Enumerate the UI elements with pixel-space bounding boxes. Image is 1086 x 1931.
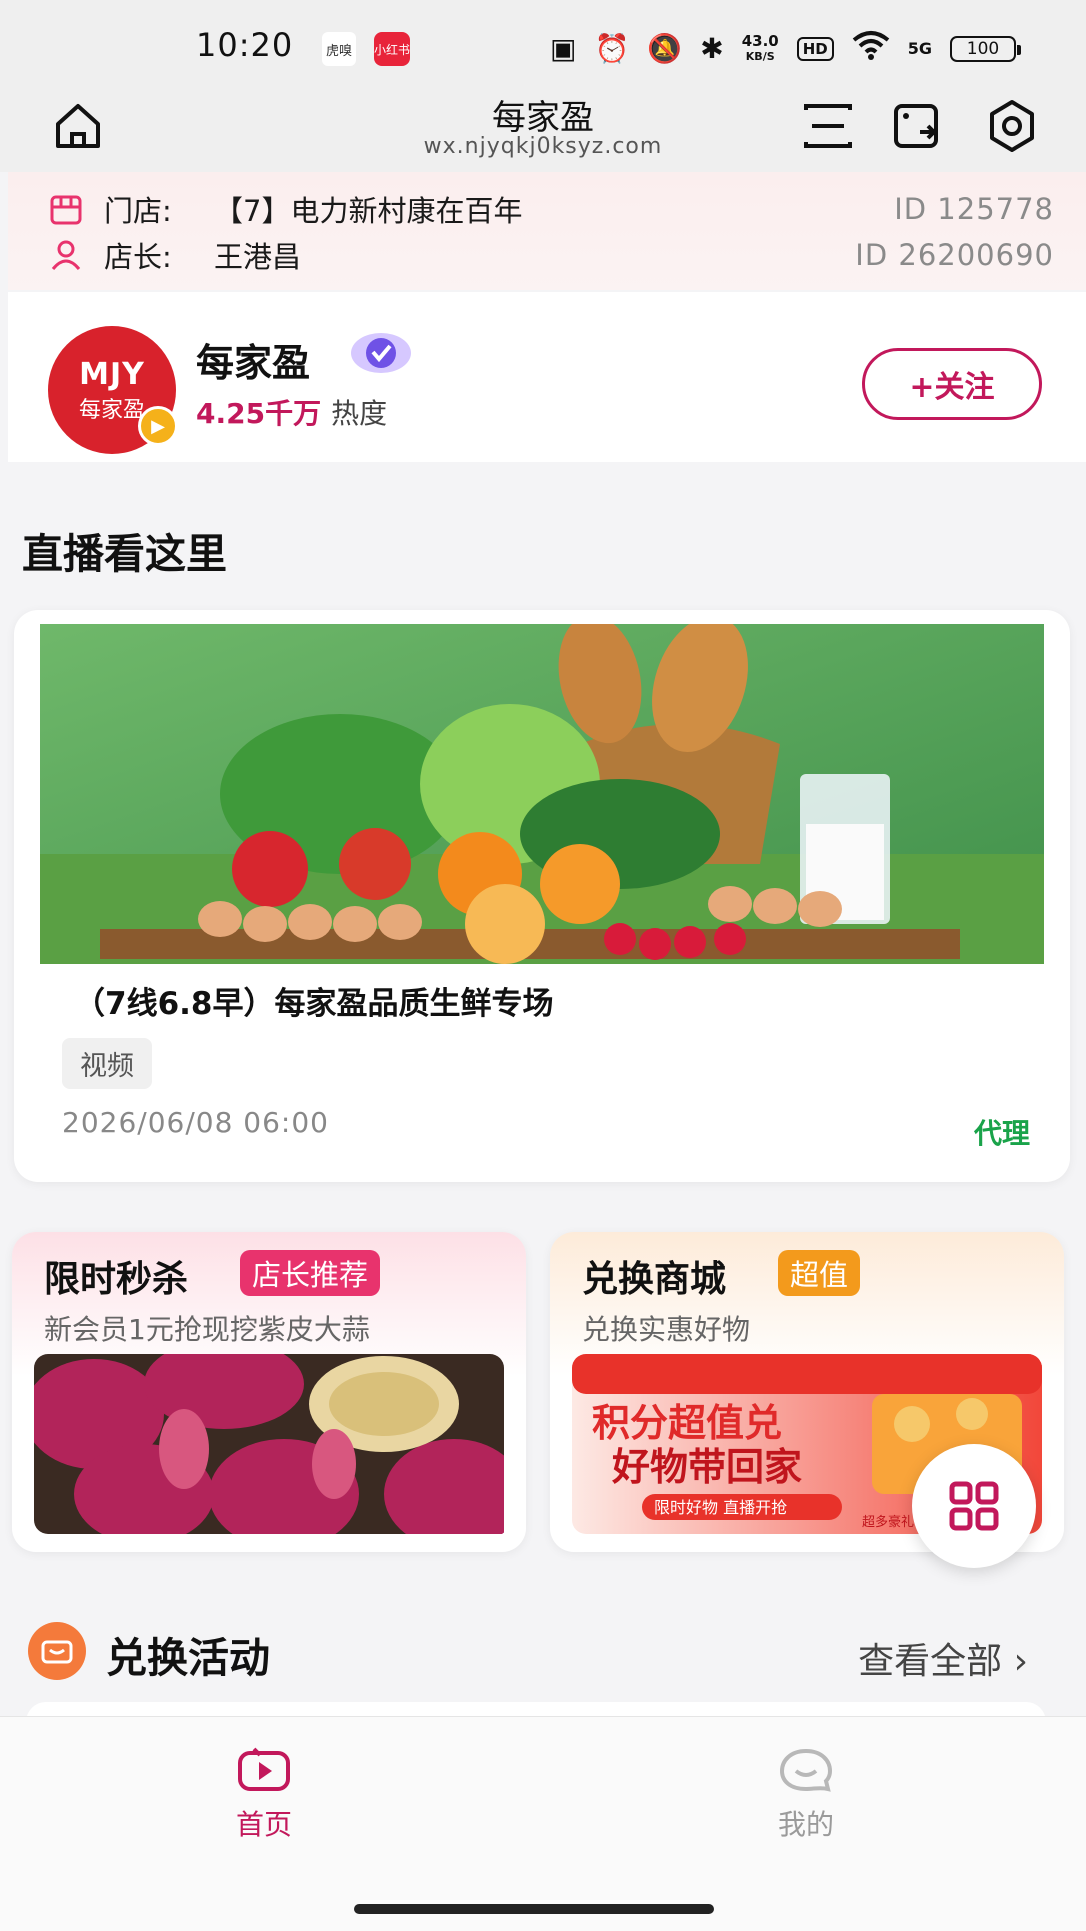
title-bar: 每家盈 wx.njyqkj0ksyz.com xyxy=(0,90,1086,172)
exchange-mall-title: 兑换商城 xyxy=(582,1259,727,1300)
grid-icon xyxy=(949,1481,999,1531)
bottom-nav: 首页 我的 xyxy=(0,1716,1086,1931)
flash-sale-card[interactable]: 限时秒杀 店长推荐 新会员1元抢现挖紫皮大蒜 xyxy=(12,1232,526,1552)
store-label: 门店: xyxy=(104,194,172,228)
logo-text: MJY xyxy=(79,356,145,392)
status-time: 10:20 xyxy=(196,26,294,64)
alarm-icon: ⏰ xyxy=(594,31,630,65)
verified-icon xyxy=(351,333,411,373)
live-card-datetime: 2026/06/08 06:00 xyxy=(62,1106,329,1139)
grid-menu-button[interactable] xyxy=(912,1444,1036,1568)
chat-face-icon xyxy=(779,1748,833,1792)
flash-sale-image xyxy=(34,1354,504,1534)
follow-button[interactable]: +关注 xyxy=(862,348,1042,420)
svg-text:超多豪礼: 超多豪礼 xyxy=(862,1514,914,1530)
manager-name: 王港昌 xyxy=(214,240,302,274)
live-card-title: （7线6.8早）每家盈品质生鲜专场 xyxy=(74,986,554,1022)
live-card-tag: 视频 xyxy=(62,1038,152,1089)
menu-icon xyxy=(804,104,852,148)
notification-app-icon: 小红书 xyxy=(374,32,410,66)
heat-info: 4.25千万 热度 xyxy=(196,397,388,430)
share-icon xyxy=(894,104,938,148)
wifi-icon xyxy=(852,30,890,67)
avatar[interactable]: MJY 每家盈 ▶ xyxy=(48,326,178,454)
manager-label: 店长: xyxy=(104,240,172,274)
gear-icon xyxy=(990,100,1034,152)
live-section-title: 直播看这里 xyxy=(22,530,227,578)
exchange-section-title: 兑换活动 xyxy=(106,1634,270,1682)
nfc-icon: ▣ xyxy=(550,31,577,65)
battery-icon: 100 xyxy=(950,35,1021,62)
shop-name: 每家盈 xyxy=(196,341,311,385)
bluetooth-icon: ✱ xyxy=(700,31,724,65)
exchange-mall-subtitle: 兑换实惠好物 xyxy=(582,1313,751,1346)
live-card-role: 代理 xyxy=(973,1117,1030,1150)
store-info: 门店: 【7】电力新村康在百年 ID 125778 店长: 王港昌 ID 262… xyxy=(8,172,1086,290)
view-all-link[interactable]: 查看全部 › xyxy=(858,1632,1028,1684)
logo-cn: 每家盈 xyxy=(78,397,145,423)
video-play-icon xyxy=(238,1747,290,1791)
exchange-icon xyxy=(28,1622,86,1680)
store-icon xyxy=(50,195,82,225)
flash-sale-tag: 店长推荐 xyxy=(240,1250,381,1296)
user-icon xyxy=(51,240,81,270)
flash-sale-subtitle: 新会员1元抢现挖紫皮大蒜 xyxy=(44,1313,370,1346)
notification-app-icon: 虎嗅 xyxy=(322,32,356,66)
svg-text:限时好物 直播开抢: 限时好物 直播开抢 xyxy=(654,1498,787,1517)
manager-id: ID 26200690 xyxy=(855,238,1054,272)
svg-text:积分超值兑: 积分超值兑 xyxy=(592,1401,782,1445)
network-speed: 43.0 KB/S xyxy=(741,31,779,63)
live-badge-icon: ▶ xyxy=(138,406,178,446)
flash-sale-title: 限时秒杀 xyxy=(44,1259,189,1300)
shop-profile: MJY 每家盈 ▶ 每家盈 4.25千万 热度 +关注 xyxy=(8,292,1086,462)
exchange-mall-tag: 超值 xyxy=(778,1250,861,1296)
menu-button[interactable] xyxy=(800,98,856,154)
svg-text:好物带回家: 好物带回家 xyxy=(611,1445,802,1489)
live-card[interactable]: （7线6.8早）每家盈品质生鲜专场 视频 2026/06/08 06:00 代理 xyxy=(14,610,1070,1182)
tab-home-label: 首页 xyxy=(235,1808,292,1841)
settings-button[interactable] xyxy=(984,98,1040,154)
tab-mine-label: 我的 xyxy=(777,1808,834,1841)
live-cover-image xyxy=(40,624,1044,964)
hd-badge: HD xyxy=(796,36,834,61)
home-indicator[interactable] xyxy=(354,1904,714,1914)
tab-home[interactable]: 首页 xyxy=(164,1745,364,1843)
store-name: 【7】电力新村康在百年 xyxy=(214,194,523,228)
tab-mine[interactable]: 我的 xyxy=(706,1745,906,1843)
status-bar: 10:20 虎嗅 小红书 ▣ ⏰ 🔕 ✱ 43.0 KB/S HD 5G 100 xyxy=(0,0,1086,90)
mute-icon: 🔕 xyxy=(647,31,683,65)
share-button[interactable] xyxy=(890,98,946,154)
store-id: ID 125778 xyxy=(894,192,1054,226)
signal-5g-icon: 5G xyxy=(907,39,932,58)
